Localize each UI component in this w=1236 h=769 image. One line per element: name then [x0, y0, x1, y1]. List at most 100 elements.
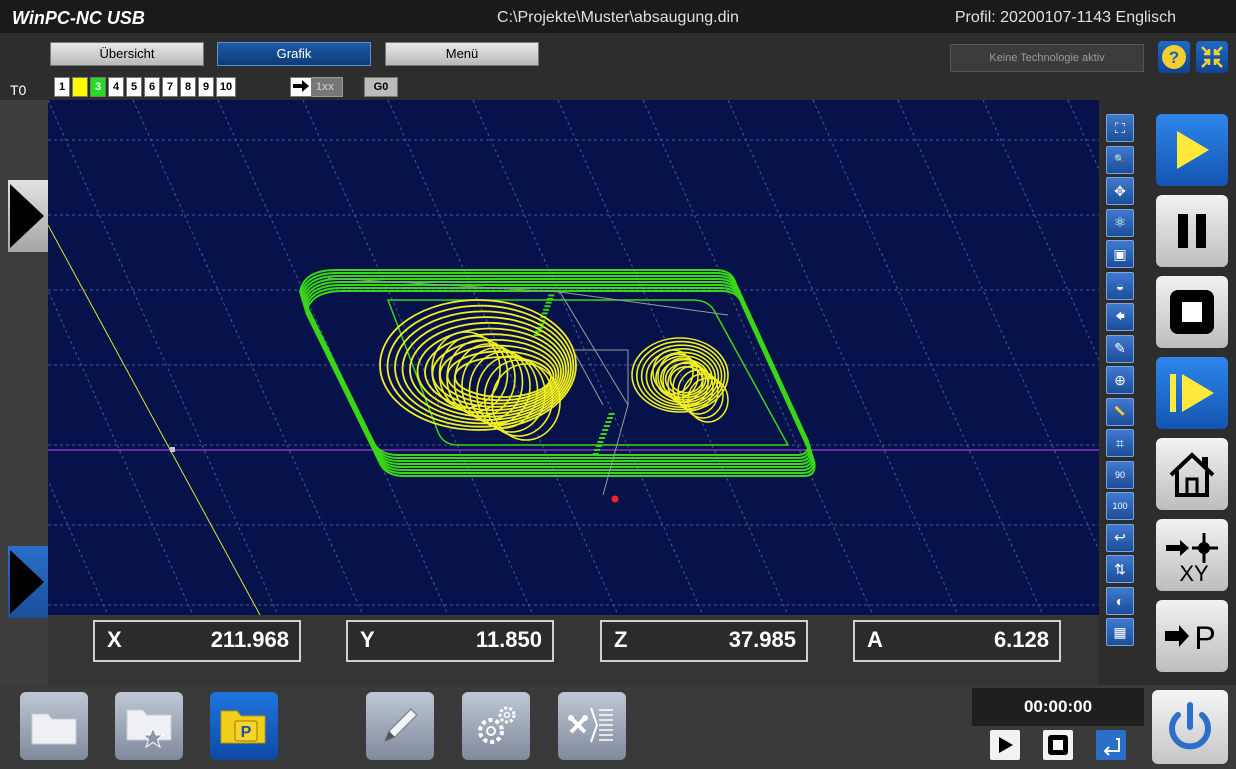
coord-x: X 211.968 — [93, 620, 301, 662]
tab-graphics[interactable]: Grafik — [217, 42, 371, 66]
tool-2-button[interactable]: 2 — [72, 77, 88, 97]
axis-label: Y — [360, 627, 375, 652]
power-icon — [1169, 702, 1211, 750]
move-100-button[interactable]: 100 — [1106, 492, 1134, 520]
step-forward-button[interactable] — [1156, 357, 1228, 429]
collapse-panel-top[interactable] — [8, 180, 48, 252]
grid-icon: ▦ — [1113, 623, 1127, 640]
step-forward-icon — [1170, 374, 1214, 412]
tools-icon — [568, 707, 613, 743]
timer-return-button[interactable] — [1096, 730, 1126, 760]
profile-name: Profil: 20200107-1143 Englisch — [954, 9, 1176, 26]
tools-setup-button[interactable] — [558, 692, 626, 760]
technology-status: Keine Technologie aktiv — [950, 44, 1144, 72]
favorites-button[interactable] — [115, 692, 183, 760]
svg-text:P: P — [1194, 620, 1215, 656]
project-button[interactable]: P — [210, 692, 278, 760]
pin-button[interactable]: ✎ — [1106, 334, 1134, 363]
axis-value: 211.968 — [210, 627, 289, 652]
go-to-xy-button[interactable]: XY — [1156, 519, 1228, 591]
tool-4-button[interactable]: 4 — [108, 77, 124, 97]
toolpath-green — [301, 278, 812, 465]
frame-button[interactable]: ⌗ — [1106, 429, 1134, 457]
coord-y: Y 11.850 — [346, 620, 554, 662]
folder-p-icon: P — [220, 710, 266, 744]
contrast-button[interactable]: ◐ — [1106, 586, 1134, 615]
power-button[interactable] — [1152, 690, 1228, 764]
grid-line — [642, 100, 874, 615]
shrink-window-button[interactable] — [1196, 41, 1228, 73]
tool-6-button[interactable]: 6 — [144, 77, 160, 97]
arrow-right-icon — [293, 80, 309, 92]
grid-line — [48, 100, 279, 615]
axis-value: 6.128 — [993, 627, 1049, 652]
project-p-label: P — [241, 724, 252, 741]
axis-label: Z — [614, 627, 628, 652]
folder-star-icon — [126, 709, 172, 749]
ruler-icon: 📏 — [1114, 406, 1126, 416]
gears-icon — [478, 706, 516, 744]
zoom-icon: 🔍 — [1114, 154, 1126, 164]
home-button[interactable] — [1156, 438, 1228, 510]
atom-button[interactable]: ⚛ — [1106, 208, 1134, 237]
pan-button[interactable]: ✥ — [1106, 177, 1134, 205]
mode-g0-button[interactable]: G0 — [364, 77, 398, 97]
tool-position-marker — [611, 495, 619, 503]
graphics-canvas[interactable] — [48, 100, 1099, 615]
axis-value: 11.850 — [475, 627, 542, 652]
rotate-90-button[interactable]: 90 — [1106, 460, 1134, 489]
tools-next-button[interactable] — [290, 77, 312, 97]
tool-3-button[interactable]: 3 — [90, 77, 106, 97]
stop-button[interactable] — [1156, 276, 1228, 348]
help-icon: ? — [1162, 45, 1186, 69]
tool-1-button[interactable]: 1 — [54, 77, 70, 97]
go-to-xy-icon: XY — [1166, 533, 1218, 585]
grid-button[interactable]: ▦ — [1106, 618, 1134, 646]
open-file-button[interactable] — [20, 692, 88, 760]
go-to-park-button[interactable]: P — [1156, 600, 1228, 672]
play-icon — [1177, 131, 1209, 169]
tool-5-button[interactable]: 5 — [126, 77, 142, 97]
zoom-button[interactable]: 🔍 — [1106, 145, 1134, 174]
timer-stop-button[interactable] — [1043, 730, 1073, 760]
collapse-panel-bottom[interactable] — [8, 546, 48, 618]
move-crosshair-button[interactable]: ⊕ — [1106, 366, 1134, 394]
pause-button[interactable] — [1156, 195, 1228, 267]
pause-icon — [1178, 214, 1206, 248]
mode-1xx-button[interactable]: 1xx — [307, 77, 343, 97]
stop-icon — [1048, 735, 1068, 755]
zoom-fit-button[interactable]: ⛶ — [1106, 114, 1134, 142]
coord-z: Z 37.985 — [600, 620, 808, 662]
svg-text:?: ? — [1169, 48, 1179, 67]
grid-line — [1067, 100, 1099, 171]
origin-marker — [170, 447, 175, 452]
edit-button[interactable] — [366, 692, 434, 760]
grid-line — [982, 100, 1099, 361]
start-button[interactable] — [1156, 114, 1228, 186]
glasses-button[interactable]: ◒ — [1106, 271, 1134, 300]
timer-play-button[interactable] — [990, 730, 1020, 760]
help-button[interactable]: ? — [1158, 41, 1190, 73]
tab-menu[interactable]: Menü — [385, 42, 539, 66]
toolpath-yellow — [439, 344, 557, 405]
tool-7-button[interactable]: 7 — [162, 77, 178, 97]
tool-10-button[interactable]: 10 — [216, 77, 236, 97]
ruler-button[interactable]: 📏 — [1106, 397, 1134, 426]
move-crosshair-icon: ⊕ — [1114, 371, 1126, 388]
settings-button[interactable] — [462, 692, 530, 760]
pencil-icon — [383, 707, 419, 743]
cube-view-button[interactable]: ▣ — [1106, 240, 1134, 268]
return-button[interactable]: ↩ — [1106, 523, 1134, 552]
toolpath-green — [298, 269, 810, 456]
tool-9-button[interactable]: 9 — [198, 77, 214, 97]
home-icon — [1169, 452, 1215, 497]
tool-8-button[interactable]: 8 — [180, 77, 196, 97]
job-timer: 00:00:00 — [972, 688, 1144, 726]
tab-overview[interactable]: Übersicht — [50, 42, 204, 66]
contrast-icon: ◐ — [1115, 592, 1125, 609]
back-arrow-button[interactable]: 🡄 — [1106, 303, 1134, 331]
swap-arrows-button[interactable]: ⇅ — [1106, 555, 1134, 583]
return-icon: ↩ — [1114, 529, 1126, 545]
arrow-right-icon — [10, 550, 44, 614]
zoom-fit-icon: ⛶ — [1115, 119, 1125, 136]
